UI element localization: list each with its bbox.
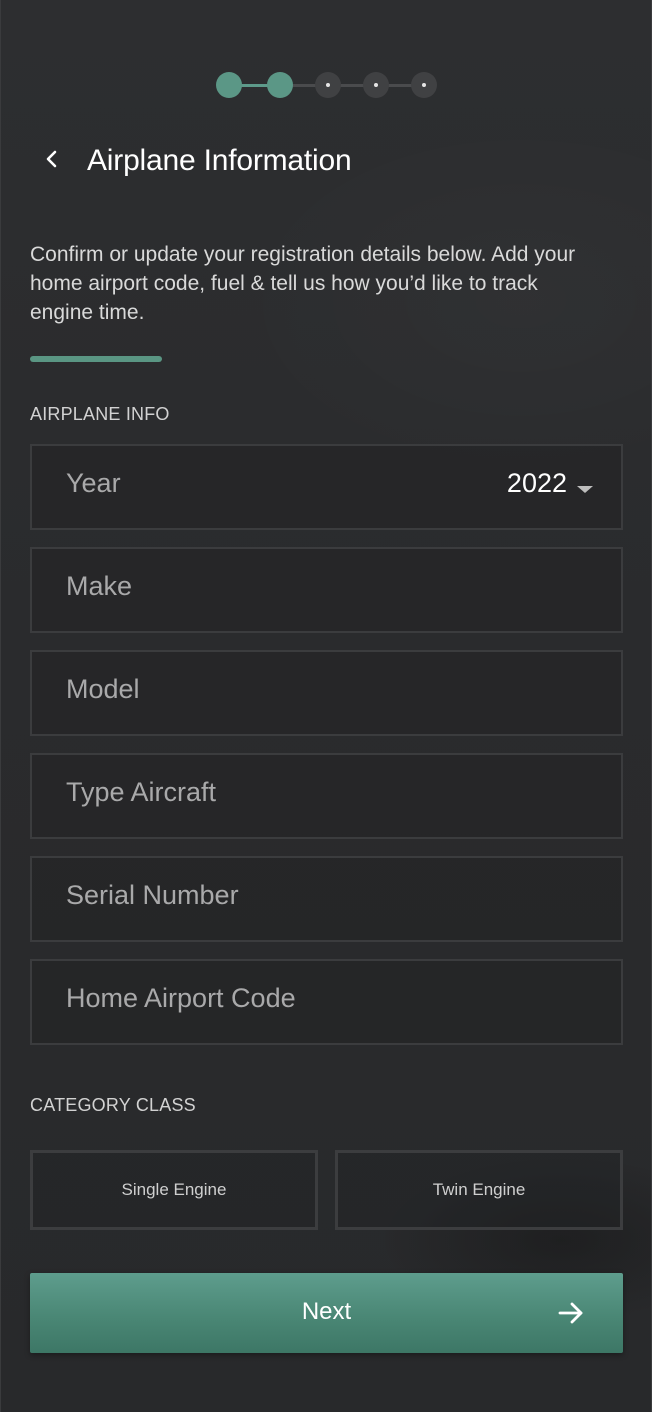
step-2-dot — [267, 72, 293, 98]
make-placeholder: Make — [66, 571, 133, 601]
step-3-dot — [315, 72, 341, 98]
year-select[interactable]: Year 2022 — [30, 444, 623, 530]
chevron-left-icon[interactable] — [41, 146, 63, 174]
twin-engine-option[interactable]: Twin Engine — [335, 1150, 623, 1230]
year-label: Year — [66, 468, 121, 498]
type-aircraft-placeholder: Type Aircraft — [66, 777, 217, 807]
stepper-connector-remaining — [291, 84, 425, 87]
page-header: Airplane Information — [1, 140, 652, 184]
model-placeholder: Model — [66, 674, 140, 704]
accent-divider — [30, 356, 162, 362]
twin-engine-label: Twin Engine — [432, 1180, 526, 1199]
step-1-dot — [216, 72, 242, 98]
home-airport-code-field[interactable]: Home Airport Code — [30, 959, 623, 1045]
arrow-right-icon — [557, 1299, 585, 1327]
single-engine-label: Single Engine — [121, 1180, 227, 1199]
page-title: Airplane Information — [87, 144, 352, 177]
next-button[interactable]: Next — [30, 1273, 623, 1353]
progress-stepper — [1, 72, 652, 98]
step-4-dot — [363, 72, 389, 98]
page-description: Confirm or update your registration deta… — [30, 243, 576, 324]
year-value: 2022 — [506, 468, 567, 498]
step-5-dot — [411, 72, 437, 98]
serial-number-field[interactable]: Serial Number — [30, 856, 623, 942]
section-label-category-class: CATEGORY CLASS — [30, 1095, 196, 1115]
single-engine-option[interactable]: Single Engine — [30, 1150, 318, 1230]
serial-number-placeholder: Serial Number — [66, 880, 239, 910]
section-label-airplane-info: AIRPLANE INFO — [30, 404, 170, 424]
home-airport-code-placeholder: Home Airport Code — [66, 983, 296, 1013]
airplane-information-screen: Airplane Information Confirm or update y… — [0, 0, 652, 1412]
type-aircraft-field[interactable]: Type Aircraft — [30, 753, 623, 839]
next-button-label: Next — [301, 1298, 352, 1325]
make-field[interactable]: Make — [30, 547, 623, 633]
caret-down-icon — [577, 482, 593, 493]
model-field[interactable]: Model — [30, 650, 623, 736]
